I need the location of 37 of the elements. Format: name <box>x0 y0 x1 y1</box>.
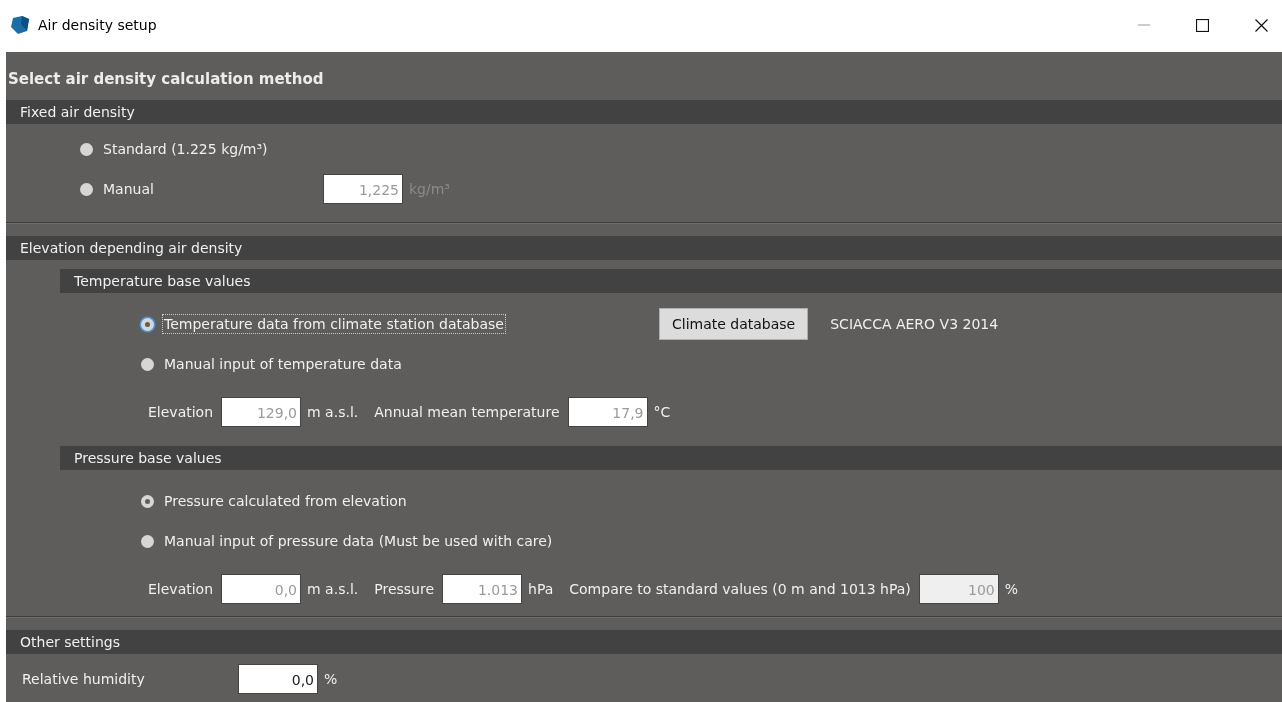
radio-button[interactable] <box>141 357 154 371</box>
radio-button[interactable] <box>141 494 154 508</box>
section-header: Elevation depending air density <box>6 236 1282 260</box>
unit-label: % <box>324 671 338 687</box>
option-label[interactable]: Manual input of pressure data (Must be used with care) <box>162 531 555 551</box>
radio-button[interactable] <box>80 182 93 196</box>
section-header: Other settings <box>6 630 1282 654</box>
field-label: Pressure <box>374 581 434 597</box>
field-label: Annual mean temperature <box>374 404 560 420</box>
unit-label: m a.s.l. <box>307 404 359 420</box>
field-label: Elevation <box>148 404 214 420</box>
option-label[interactable]: Manual <box>101 179 156 199</box>
radio-button[interactable] <box>141 534 154 548</box>
dialog-heading: Select air density calculation method <box>7 69 325 90</box>
unit-label: m a.s.l. <box>307 581 359 597</box>
section-header: Fixed air density <box>6 100 1282 124</box>
field-label: Relative humidity <box>22 671 146 687</box>
unit-label: °C <box>653 404 671 420</box>
unit-label: % <box>1004 581 1019 597</box>
group-header: Pressure base values <box>60 446 1282 470</box>
input-field[interactable]: 0,0 <box>238 664 318 694</box>
app-logo-icon <box>10 15 30 35</box>
option-label[interactable]: Standard (1.225 kg/m³) <box>101 139 270 159</box>
option-label[interactable]: Temperature data from climate station database <box>162 314 506 334</box>
option-label[interactable]: Manual input of temperature data <box>162 354 404 374</box>
climate-database-button[interactable]: Climate database <box>659 308 809 340</box>
unit-label: hPa <box>528 581 554 597</box>
close-icon[interactable] <box>1255 18 1268 32</box>
maximize-icon[interactable] <box>1196 18 1209 32</box>
field-label: Elevation <box>148 581 214 597</box>
radio-button[interactable] <box>80 142 93 156</box>
window-title: Air density setup <box>38 17 157 33</box>
station-name: SCIACCA AERO V3 2014 <box>830 316 999 332</box>
field-label: Compare to standard values (0 m and 1013 hPa) <box>569 581 911 597</box>
option-label[interactable]: Pressure calculated from elevation <box>162 491 409 511</box>
radio-button[interactable] <box>141 317 154 331</box>
group-header: Temperature base values <box>60 269 1282 293</box>
